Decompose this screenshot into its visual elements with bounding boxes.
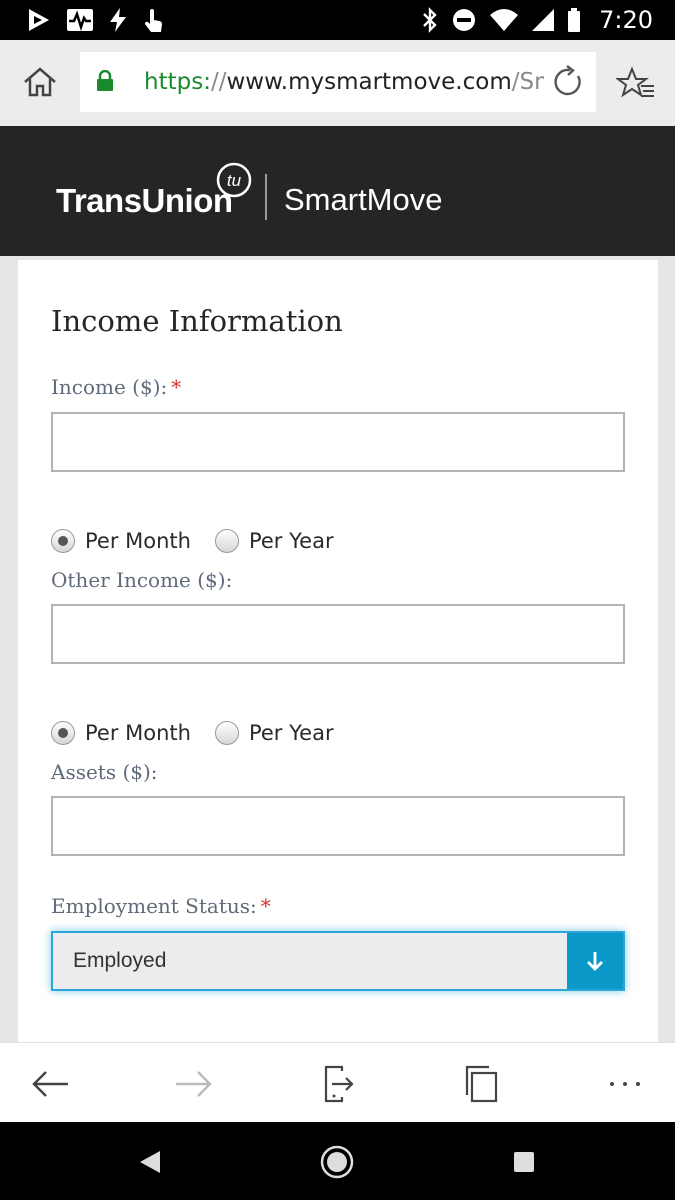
income-per-year-label[interactable]: Per Year	[249, 529, 334, 553]
required-marker: *	[171, 375, 182, 399]
reload-icon[interactable]	[550, 64, 586, 100]
tu-badge-text: tu	[227, 171, 242, 190]
other-income-per-year-radio[interactable]	[214, 721, 239, 745]
android-home-icon[interactable]	[317, 1142, 357, 1182]
income-label: Income ($): *	[51, 375, 181, 399]
share-icon[interactable]	[314, 1061, 360, 1107]
required-marker: *	[260, 894, 271, 918]
browser-bottom-nav	[0, 1042, 675, 1122]
other-income-per-month-radio[interactable]	[51, 721, 75, 745]
android-back-icon[interactable]	[130, 1142, 170, 1182]
tabs-icon[interactable]	[458, 1061, 504, 1107]
income-per-year-radio[interactable]	[214, 529, 239, 553]
status-bar: 7:20	[0, 0, 675, 40]
flash-icon	[110, 8, 126, 32]
bluetooth-icon	[423, 7, 437, 33]
url-host: www.mysmartmove.com	[226, 69, 512, 95]
smartmove-logo-text: SmartMove	[284, 182, 443, 217]
touch-icon	[144, 9, 162, 32]
other-income-label: Other Income ($):	[51, 568, 233, 592]
browser-toolbar: https://www.mysmartmove.com/Sma	[0, 40, 675, 126]
url-separator: //	[210, 69, 227, 95]
play-store-icon	[29, 9, 49, 31]
url-path: /Sma	[511, 69, 544, 95]
android-recents-icon[interactable]	[504, 1142, 544, 1182]
employment-status-label: Employment Status: *	[51, 894, 271, 918]
status-time: 7:20	[599, 6, 653, 34]
assets-label: Assets ($):	[51, 760, 158, 784]
favorites-star-icon[interactable]	[616, 64, 656, 104]
dnd-icon	[453, 9, 476, 31]
signal-icon	[532, 9, 555, 31]
employment-status-value: Employed	[73, 949, 167, 972]
other-income-per-month-label[interactable]: Per Month	[85, 721, 191, 745]
other-income-input[interactable]	[51, 604, 625, 664]
transunion-logo-text: TransUnion	[56, 182, 233, 219]
income-per-month-label[interactable]: Per Month	[85, 529, 191, 553]
other-income-per-year-label[interactable]: Per Year	[249, 721, 334, 745]
income-per-month-radio[interactable]	[51, 529, 75, 553]
android-navigation-bar	[0, 1122, 675, 1200]
tu-badge-logo: tu	[216, 162, 252, 198]
more-options-icon[interactable]	[602, 1061, 648, 1107]
income-label-text: Income ($):	[51, 375, 168, 399]
pulse-icon	[67, 9, 93, 32]
url-scheme: https:	[144, 69, 211, 95]
logo-divider	[265, 174, 267, 220]
income-period-group: Per Month Per Year	[51, 526, 334, 556]
lock-icon	[97, 70, 113, 91]
arrow-down-icon	[587, 952, 603, 971]
income-input[interactable]	[51, 412, 625, 472]
income-form-card: Income Information Income ($): * Per Mont…	[18, 260, 658, 1042]
employment-label-text: Employment Status:	[51, 894, 257, 918]
wifi-icon	[490, 9, 519, 31]
address-bar[interactable]: https://www.mysmartmove.com/Sma	[80, 52, 596, 112]
forward-arrow-icon[interactable]	[170, 1061, 216, 1107]
page-content: Income Information Income ($): * Per Mont…	[0, 256, 675, 1042]
home-icon[interactable]	[20, 62, 60, 102]
other-income-period-group: Per Month Per Year	[51, 718, 334, 748]
section-title: Income Information	[51, 304, 343, 338]
dropdown-toggle[interactable]	[567, 933, 623, 989]
employment-status-select[interactable]: Employed	[51, 931, 625, 991]
back-arrow-icon[interactable]	[28, 1061, 74, 1107]
battery-icon	[568, 8, 581, 32]
site-header: TransUnion tu SmartMove	[0, 126, 675, 256]
assets-input[interactable]	[51, 796, 625, 856]
url-text: https://www.mysmartmove.com/Sma	[144, 52, 544, 112]
